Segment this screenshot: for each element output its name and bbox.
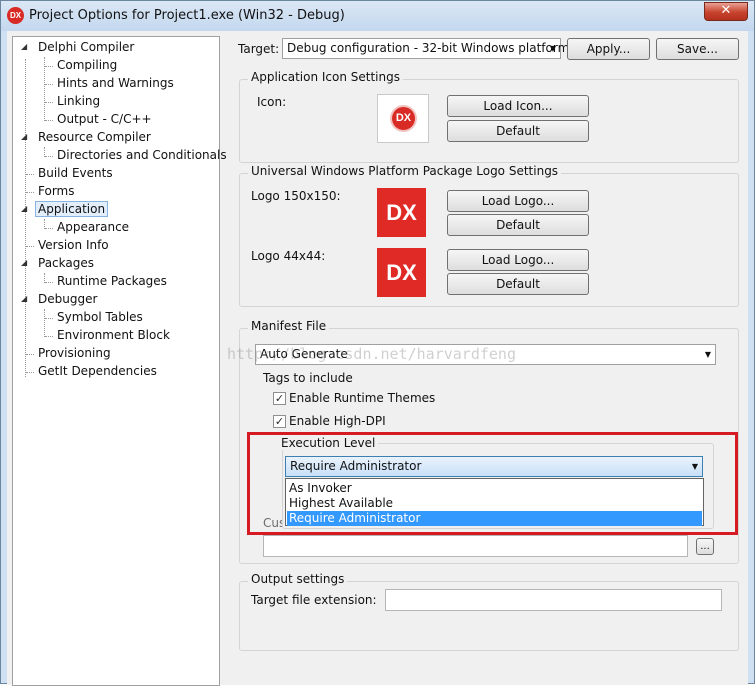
close-button[interactable]: ✕ — [704, 2, 748, 21]
tags-label: Tags to include — [263, 371, 353, 385]
collapse-arrow-icon[interactable]: ◢ — [21, 205, 29, 213]
tree-connector — [45, 66, 53, 67]
tree-connector — [45, 336, 53, 337]
logo150-preview: DX — [377, 188, 426, 237]
default-icon-button[interactable]: Default — [447, 120, 589, 142]
tree-connector — [45, 102, 53, 103]
target-label: Target: — [238, 42, 280, 56]
tree-item-application[interactable]: Application — [35, 200, 109, 218]
tree-connector — [45, 282, 53, 283]
save-button[interactable]: Save... — [656, 38, 739, 60]
window-title: Project Options for Project1.exe (Win32 … — [29, 8, 345, 23]
project-options-window: DX Project Options for Project1.exe (Win… — [0, 0, 755, 686]
collapse-arrow-icon[interactable]: ◢ — [21, 133, 29, 141]
tree-item-environment-block[interactable]: Environment Block — [57, 326, 170, 344]
tree-item-linking[interactable]: Linking — [57, 92, 100, 110]
tree-connector — [45, 228, 53, 229]
tree-item-resource-compiler[interactable]: Resource Compiler — [38, 128, 151, 146]
title-bar[interactable]: DX Project Options for Project1.exe (Win… — [1, 1, 754, 31]
dropdown-arrow-icon: ▼ — [704, 350, 711, 359]
tree-connector — [26, 246, 34, 247]
tree-connector — [26, 372, 34, 373]
target-value: Debug configuration - 32-bit Windows pla… — [287, 41, 570, 55]
target-extension-input[interactable] — [385, 589, 722, 611]
target-combo[interactable]: Debug configuration - 32-bit Windows pla… — [282, 38, 569, 59]
tree-item-packages[interactable]: Packages — [38, 254, 94, 272]
uwp-logo-group-title: Universal Windows Platform Package Logo … — [248, 164, 562, 178]
icon-label: Icon: — [257, 95, 287, 109]
watermark-text: http://blog.csdn.net/harvardfeng — [227, 345, 516, 363]
options-tree[interactable]: ◢ Delphi Compiler Compiling Hints and Wa… — [12, 36, 227, 686]
custom-manifest-input[interactable] — [263, 535, 688, 557]
tree-connector — [25, 59, 26, 377]
load-logo150-button[interactable]: Load Logo... — [447, 190, 589, 212]
tree-item-output[interactable]: Output - C/C++ — [57, 110, 152, 128]
collapse-arrow-icon[interactable]: ◢ — [21, 43, 29, 51]
default-logo44-button[interactable]: Default — [447, 273, 589, 295]
tree-connector — [26, 354, 34, 355]
highlight-annotation — [247, 432, 738, 535]
output-settings-title: Output settings — [248, 572, 348, 586]
load-icon-button[interactable]: Load Icon... — [447, 95, 589, 117]
icon-preview: DX — [377, 94, 429, 143]
collapse-arrow-icon[interactable]: ◢ — [21, 259, 29, 267]
tree-connector — [45, 120, 53, 121]
high-dpi-checkbox[interactable]: ✓ — [273, 415, 286, 428]
manifest-file-group-title: Manifest File — [248, 319, 330, 333]
tree-connector — [26, 192, 34, 193]
logo44-label: Logo 44x44: — [251, 249, 326, 263]
tree-item-hints-and-warnings[interactable]: Hints and Warnings — [57, 74, 174, 92]
load-logo44-button[interactable]: Load Logo... — [447, 249, 589, 271]
app-logo-icon: DX — [392, 107, 415, 130]
tree-item-provisioning[interactable]: Provisioning — [38, 344, 111, 362]
tree-item-forms[interactable]: Forms — [38, 182, 74, 200]
dropdown-arrow-icon: ▼ — [549, 44, 556, 53]
tree-item-delphi-compiler[interactable]: Delphi Compiler — [38, 38, 134, 56]
browse-manifest-button[interactable]: ... — [696, 538, 714, 555]
tree-item-directories-and-conditionals[interactable]: Directories and Conditionals — [57, 146, 227, 164]
tree-connector — [45, 318, 53, 319]
runtime-themes-checkbox[interactable]: ✓ — [273, 392, 286, 405]
default-logo150-button[interactable]: Default — [447, 214, 589, 236]
application-icon-group-title: Application Icon Settings — [248, 70, 403, 84]
logo150-label: Logo 150x150: — [251, 189, 341, 203]
tree-connector — [26, 174, 34, 175]
logo44-preview: DX — [377, 248, 426, 297]
tree-connector — [45, 84, 53, 85]
tree-item-compiling[interactable]: Compiling — [57, 56, 117, 74]
tree-item-runtime-packages[interactable]: Runtime Packages — [57, 272, 167, 290]
app-icon: DX — [7, 7, 24, 24]
tree-item-version-info[interactable]: Version Info — [38, 236, 109, 254]
tree-item-getit-dependencies[interactable]: GetIt Dependencies — [38, 362, 157, 380]
tree-item-debugger[interactable]: Debugger — [38, 290, 97, 308]
runtime-themes-label: Enable Runtime Themes — [289, 391, 436, 405]
high-dpi-label: Enable High-DPI — [289, 414, 386, 428]
collapse-arrow-icon[interactable]: ◢ — [21, 295, 29, 303]
dialog-client: ◢ Delphi Compiler Compiling Hints and Wa… — [7, 31, 748, 686]
tree-item-appearance[interactable]: Appearance — [57, 218, 129, 236]
tree-item-build-events[interactable]: Build Events — [38, 164, 113, 182]
apply-button[interactable]: Apply... — [567, 38, 650, 60]
tree-connector — [44, 309, 45, 337]
target-extension-label: Target file extension: — [251, 593, 377, 607]
tree-connector — [45, 156, 53, 157]
tree-item-symbol-tables[interactable]: Symbol Tables — [57, 308, 143, 326]
